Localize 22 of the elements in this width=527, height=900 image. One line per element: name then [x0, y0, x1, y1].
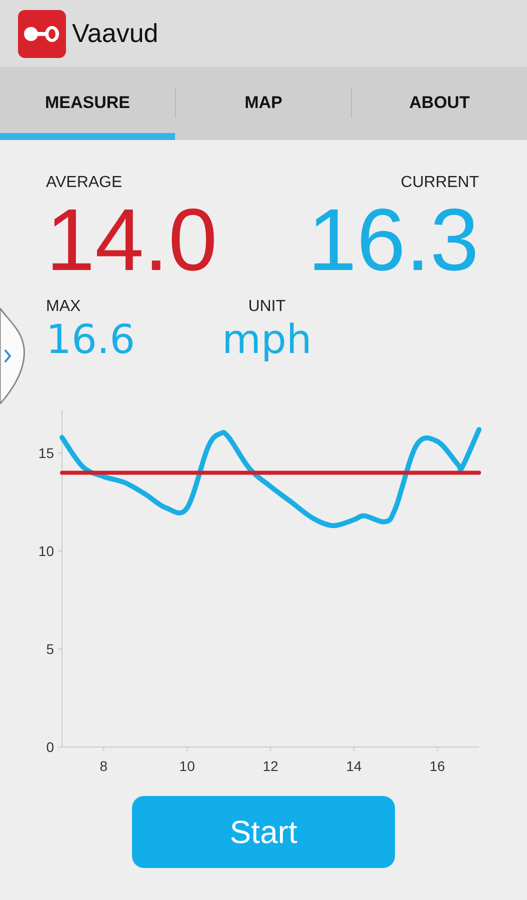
current-label: CURRENT [400, 174, 479, 192]
y-tick-label: 5 [46, 641, 54, 658]
x-tick-label: 10 [179, 758, 195, 774]
tab[interactable]: MEASURE [0, 67, 175, 140]
logo-icon [18, 10, 66, 58]
app-title: Vaavud [72, 18, 158, 49]
max-value: 16.6 [46, 316, 136, 364]
average-label: AVERAGE [46, 174, 124, 192]
average-value: 14.0 [46, 192, 218, 288]
x-tick-label: 8 [100, 758, 108, 774]
tab[interactable]: ABOUT [352, 67, 527, 140]
unit-label: UNIT [248, 298, 286, 316]
x-tick-label: 12 [262, 758, 278, 774]
unit-value: mph [222, 316, 312, 364]
y-tick-label: 0 [46, 739, 54, 755]
x-tick-label: 14 [346, 758, 362, 774]
tab[interactable]: MAP [176, 67, 351, 140]
current-value: 16.3 [308, 192, 479, 288]
max-label: MAX [46, 298, 82, 316]
y-tick-label: 10 [38, 543, 54, 560]
y-tick-label: 15 [38, 445, 54, 462]
x-tick-label: 16 [430, 758, 446, 774]
